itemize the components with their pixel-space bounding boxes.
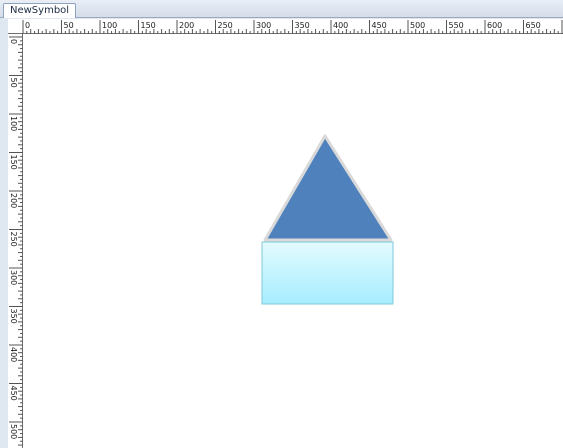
ruler-label: 200 [9, 193, 18, 208]
ruler-label: 600 [487, 21, 502, 30]
symbol-shapes [261, 134, 394, 305]
horizontal-ruler: 0 50 100 150 200 250 300 350 400 450 500 550 600 650 [8, 19, 563, 34]
ruler-label: 150 [141, 21, 156, 30]
horizontal-ruler-ticks: 0 50 100 150 200 250 300 350 400 450 500 550 600 650 [22, 20, 563, 34]
ruler-label: 650 [526, 21, 541, 30]
ruler-label: 0 [25, 21, 30, 30]
document-tab[interactable]: NewSymbol [3, 3, 77, 18]
ruler-label: 100 [102, 21, 117, 30]
ruler-label: 50 [9, 78, 18, 88]
ruler-label: 500 [410, 21, 425, 30]
ruler-label: 200 [179, 21, 194, 30]
drawing-canvas[interactable] [23, 34, 563, 448]
ruler-label: 0 [9, 39, 18, 44]
ruler-label: 300 [256, 21, 271, 30]
ruler-label: 450 [9, 386, 18, 401]
ruler-label: 550 [449, 21, 464, 30]
triangle-shape[interactable] [263, 134, 393, 242]
ruler-label: 350 [9, 309, 18, 324]
ruler-label: 250 [9, 232, 18, 247]
ruler-label: 150 [9, 155, 18, 170]
ruler-label: 100 [9, 116, 18, 131]
document-tab-bar: NewSymbol [0, 0, 563, 18]
vertical-ruler: 0 50 100 150 200 250 300 350 400 450 500 [8, 34, 23, 448]
left-frame [0, 18, 8, 448]
ruler-label: 50 [64, 21, 74, 30]
ruler-label: 250 [218, 21, 233, 30]
ruler-label: 400 [9, 347, 18, 362]
ruler-label: 500 [9, 424, 18, 439]
ruler-label: 300 [9, 270, 18, 285]
ruler-label: 350 [295, 21, 310, 30]
vertical-ruler-ticks: 0 50 100 150 200 250 300 350 400 450 500 [9, 36, 23, 446]
rectangle-shape[interactable] [261, 241, 394, 305]
ruler-label: 450 [372, 21, 387, 30]
ruler-label: 400 [333, 21, 348, 30]
